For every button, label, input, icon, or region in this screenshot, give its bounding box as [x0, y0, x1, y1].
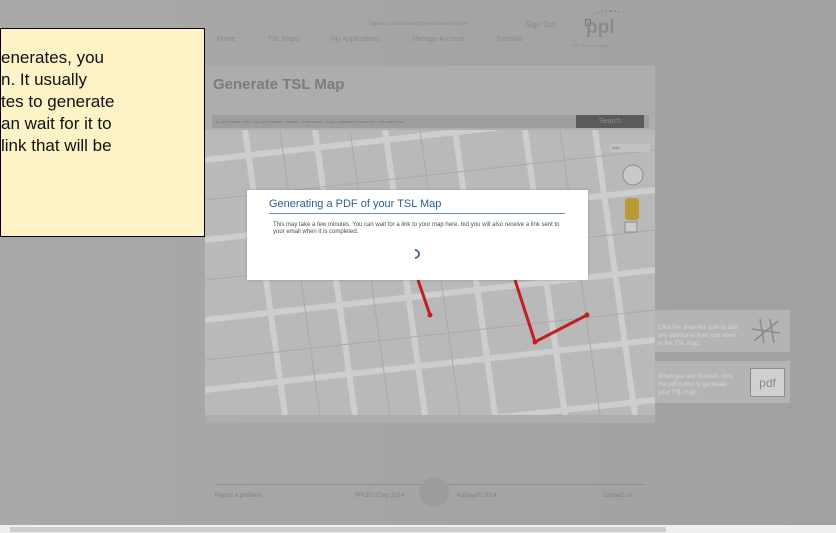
signed-in-text: Signed in as alexahad@mearconsulting.com — [369, 21, 469, 27]
tutorial-callout: enerates, you n. It usually tes to gener… — [0, 28, 205, 237]
generating-pdf-dialog: Generating a PDF of your TSL Map This ma… — [247, 190, 588, 280]
draw-line-hint: Click the draw line icon to add any addi… — [655, 310, 790, 352]
draw-line-icon[interactable] — [750, 315, 782, 345]
map-controls — [622, 164, 644, 233]
contact-us-link[interactable]: Contact Us — [603, 493, 633, 499]
dialog-divider — [269, 213, 565, 214]
horizontal-scrollbar[interactable] — [0, 525, 836, 533]
ppl-logo[interactable]: ppl PPL Electric Utilities — [573, 10, 645, 48]
nav-my-applications[interactable]: My Applications — [331, 36, 380, 43]
nav-home[interactable]: Home — [217, 36, 236, 43]
draw-line-hint-text: Click the draw line icon to add any addi… — [658, 325, 738, 347]
main-nav: Home TSL Maps My Applications Manage Acc… — [217, 36, 523, 43]
nav-manage-account[interactable]: Manage Account — [412, 36, 464, 43]
page-title: Generate TSL Map — [213, 76, 345, 93]
search-input[interactable] — [212, 115, 582, 128]
pdf-hint-text: When you are finished, click the pdf but… — [658, 374, 733, 396]
search-button[interactable]: Search — [576, 115, 644, 128]
footer-copyright-left: PPLEU Corp 2014 — [355, 493, 405, 499]
dialog-message: This may take a few minutes. You can wai… — [273, 222, 560, 235]
callout-text: enerates, you n. It usually tes to gener… — [1, 48, 115, 155]
pdf-hint: When you are finished, click the pdf but… — [655, 361, 790, 403]
footer-emblem-icon — [419, 477, 449, 507]
sign-out-link[interactable]: Sign Out — [525, 20, 556, 29]
scrollbar-thumb[interactable] — [10, 527, 666, 532]
nav-tsl-maps[interactable]: TSL Maps — [268, 36, 300, 43]
search-bar: Search — [212, 115, 649, 128]
report-problem-link[interactable]: Report a problem — [215, 493, 261, 499]
map-type-select[interactable]: Map — [610, 144, 650, 152]
footer-copyright-right: Kubaya® 2014 — [457, 493, 497, 499]
loading-spinner-icon — [407, 246, 423, 262]
dialog-title: Generating a PDF of your TSL Map — [269, 198, 442, 210]
pdf-icon[interactable]: pdf — [750, 368, 785, 397]
logo-text: ppl — [586, 17, 615, 38]
nav-tutorials[interactable]: Tutorials — [496, 36, 523, 43]
logo-tagline: PPL Electric Utilities — [573, 43, 609, 48]
footer: Report a problem PPLEU Corp 2014 Kubaya®… — [205, 474, 655, 509]
